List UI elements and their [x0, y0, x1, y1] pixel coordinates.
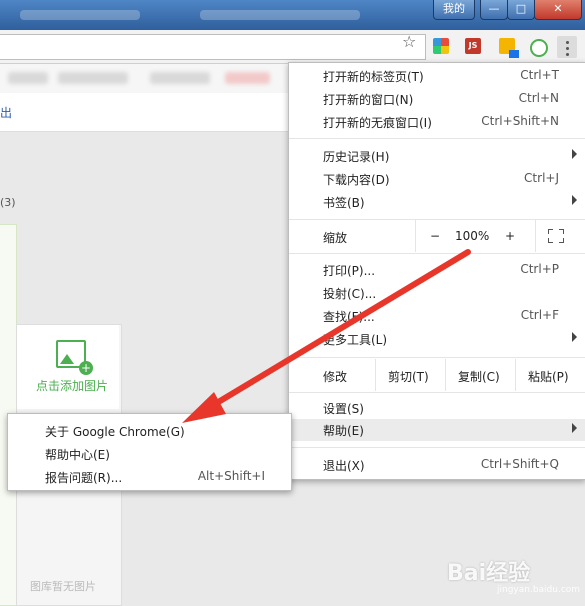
blurred-title [200, 10, 360, 20]
item-count: (3) [0, 196, 16, 209]
menu-item-shortcut: Ctrl+Shift+N [481, 114, 559, 128]
copy-button[interactable]: 复制(C) [445, 359, 516, 391]
window-title-bar: 我的 — □ ✕ [0, 0, 585, 30]
menu-item-shortcut: Ctrl+T [520, 68, 559, 82]
extension-search-icon[interactable] [530, 39, 548, 57]
menu-divider [289, 357, 585, 358]
close-button[interactable]: ✕ [534, 0, 582, 20]
menu-item-settings[interactable]: 设置(S) [289, 397, 585, 419]
menu-item-label: 打开新的无痕窗口(I) [323, 116, 432, 130]
submenu-arrow-icon [572, 149, 577, 159]
extension-js-icon[interactable]: JS [465, 38, 481, 54]
menu-item-new-tab[interactable]: 打开新的标签页(T) Ctrl+T [289, 65, 585, 87]
add-image-label[interactable]: 点击添加图片 [36, 377, 108, 394]
submenu-item-report-issue[interactable]: 报告问题(R)... Alt+Shift+I [8, 465, 291, 487]
baidu-watermark-url: jingyan.baidu.com [497, 585, 581, 595]
submenu-item-help-center[interactable]: 帮助中心(E) [8, 442, 291, 464]
address-bar[interactable] [0, 34, 426, 60]
chrome-menu-button[interactable] [557, 36, 577, 58]
menu-item-cast[interactable]: 投射(C)... [289, 282, 585, 304]
menu-item-label: 查找(F)... [323, 310, 375, 324]
blurred-title [20, 10, 140, 20]
submenu-item-label: 关于 Google Chrome(G) [45, 425, 185, 439]
submenu-item-label: 帮助中心(E) [45, 448, 110, 462]
menu-item-label: 打印(P)... [323, 264, 376, 278]
exit-link[interactable]: 出 [0, 104, 12, 121]
zoom-minus-glyph: − [430, 229, 441, 243]
menu-item-downloads[interactable]: 下载内容(D) Ctrl+J [289, 168, 585, 190]
paste-button[interactable]: 粘贴(P) [515, 359, 585, 391]
menu-divider [289, 253, 585, 254]
menu-item-label: 打开新的标签页(T) [323, 70, 424, 84]
zoom-row: 缩放 − 100% + [289, 220, 585, 252]
help-submenu: 关于 Google Chrome(G) 帮助中心(E) 报告问题(R)... A… [7, 413, 292, 491]
menu-item-more-tools[interactable]: 更多工具(L) [289, 328, 585, 350]
paste-label: 粘贴(P) [528, 370, 569, 384]
menu-item-label: 打开新的窗口(N) [323, 93, 414, 107]
submenu-arrow-icon [572, 332, 577, 342]
menu-item-label: 设置(S) [323, 402, 364, 416]
fullscreen-icon [548, 229, 564, 243]
zoom-plus-glyph: + [505, 229, 516, 243]
baidu-watermark-logo: Bai经验 [447, 561, 531, 586]
menu-item-print[interactable]: 打印(P)... Ctrl+P [289, 259, 585, 281]
menu-item-shortcut: Ctrl+J [524, 171, 559, 185]
page-header [0, 93, 290, 132]
extension-qr-icon[interactable] [499, 38, 519, 58]
submenu-item-shortcut: Alt+Shift+I [197, 469, 265, 483]
menu-item-shortcut: Ctrl+P [520, 262, 559, 276]
menu-item-label: 书签(B) [323, 196, 365, 210]
menu-item-label: 投射(C)... [323, 287, 377, 301]
browser-toolbar: ☆ JS [0, 30, 585, 64]
minimize-button[interactable]: — [480, 0, 508, 20]
edit-label: 修改 [323, 370, 348, 384]
zoom-label: 缩放 [323, 231, 348, 245]
menu-item-label: 历史记录(H) [323, 150, 390, 164]
zoom-in-button[interactable]: + [495, 220, 535, 252]
menu-item-incognito[interactable]: 打开新的无痕窗口(I) Ctrl+Shift+N [289, 111, 585, 133]
no-image-text: 图库暂无图片 [30, 580, 96, 593]
menu-divider [289, 138, 585, 139]
cut-button[interactable]: 剪切(T) [375, 359, 446, 391]
user-profile-button[interactable]: 我的 [433, 0, 475, 20]
menu-item-label: 帮助(E) [323, 424, 364, 438]
menu-divider [289, 447, 585, 448]
zoom-value: 100% [455, 229, 490, 243]
menu-item-shortcut: Ctrl+N [518, 91, 559, 105]
menu-item-history[interactable]: 历史记录(H) [289, 145, 585, 167]
menu-item-label: 退出(X) [323, 459, 365, 473]
menu-item-label: 下载内容(D) [323, 173, 390, 187]
submenu-arrow-icon [572, 423, 577, 433]
menu-item-shortcut: Ctrl+F [520, 308, 559, 322]
cut-label: 剪切(T) [388, 370, 429, 384]
menu-divider [289, 392, 585, 393]
edit-row: 修改 剪切(T) 复制(C) 粘贴(P) [289, 359, 585, 391]
menu-item-exit[interactable]: 退出(X) Ctrl+Shift+Q [289, 454, 585, 476]
menu-item-new-window[interactable]: 打开新的窗口(N) Ctrl+N [289, 88, 585, 110]
menu-item-shortcut: Ctrl+Shift+Q [480, 457, 559, 471]
menu-item-help[interactable]: 帮助(E) [289, 419, 585, 441]
copy-label: 复制(C) [458, 370, 500, 384]
blurred-tabs-strip [0, 64, 290, 93]
menu-item-label: 更多工具(L) [323, 333, 388, 347]
submenu-item-about-chrome[interactable]: 关于 Google Chrome(G) [8, 419, 291, 441]
chrome-main-menu: 打开新的标签页(T) Ctrl+T 打开新的窗口(N) Ctrl+N 打开新的无… [288, 62, 585, 480]
extension-pinwheel-icon[interactable] [433, 38, 449, 54]
submenu-item-label: 报告问题(R)... [45, 471, 123, 485]
menu-item-find[interactable]: 查找(F)... Ctrl+F [289, 305, 585, 327]
bookmark-star-icon[interactable]: ☆ [402, 33, 420, 51]
add-image-icon[interactable]: + [56, 340, 93, 375]
maximize-button[interactable]: □ [507, 0, 535, 20]
submenu-arrow-icon [572, 195, 577, 205]
menu-item-bookmarks[interactable]: 书签(B) [289, 191, 585, 213]
